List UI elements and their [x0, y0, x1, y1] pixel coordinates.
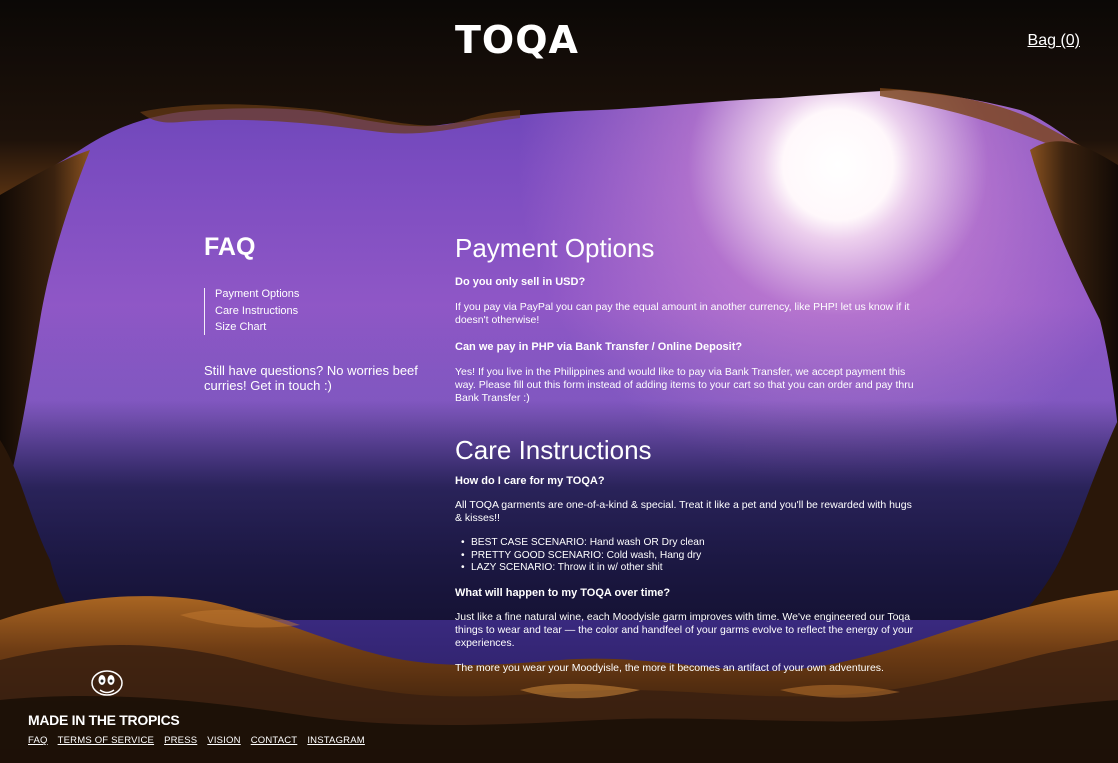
question: What will happen to my TOQA over time?	[455, 586, 671, 599]
faq-content: Payment Options Do you only sell in USD?…	[455, 232, 920, 675]
care-instructions-title: Care Instructions	[455, 435, 652, 465]
question: Do you only sell in USD?	[455, 276, 586, 288]
faq-nav-size-chart[interactable]: Size Chart	[215, 321, 434, 335]
answer: Just like a fine natural wine, each Mood…	[455, 610, 914, 649]
footer-link-press[interactable]: PRESS	[164, 735, 197, 746]
answer: Yes! If you live in the Philippines and …	[455, 366, 914, 404]
footer-link-vision[interactable]: VISION	[207, 735, 240, 746]
faq-sidebar: FAQ Payment Options Care Instructions Si…	[204, 232, 434, 393]
faq-nav-payment-options[interactable]: Payment Options	[215, 288, 434, 302]
answer: If you pay via PayPal you can pay the eq…	[455, 301, 910, 326]
faq-title: FAQ	[204, 233, 256, 261]
contact-note: Still have questions? No worries beef cu…	[204, 362, 418, 393]
faq-nav-care-instructions[interactable]: Care Instructions	[215, 305, 434, 319]
footer-link-contact[interactable]: CONTACT	[251, 735, 298, 746]
answer: All TOQA garments are one-of-a-kind & sp…	[455, 499, 912, 524]
mascot-icon	[91, 670, 123, 696]
answer: The more you wear your Moodyisle, the mo…	[455, 661, 884, 674]
care-item: BEST CASE SCENARIO: Hand wash OR Dry cle…	[461, 537, 920, 550]
care-list: BEST CASE SCENARIO: Hand wash OR Dry cle…	[455, 537, 920, 575]
bag-link[interactable]: Bag (0)	[1028, 32, 1080, 50]
question: How do I care for my TOQA?	[455, 475, 605, 487]
footer-link-terms[interactable]: TERMS OF SERVICE	[58, 735, 154, 746]
toqa-logo[interactable]: TOQA	[455, 18, 585, 62]
footer-link-instagram[interactable]: INSTAGRAM	[307, 735, 365, 746]
made-in-tropics: MADE IN THE TROPICS	[28, 712, 180, 728]
faq-nav: Payment Options Care Instructions Size C…	[204, 288, 434, 335]
footer-links: FAQ TERMS OF SERVICE PRESS VISION CONTAC…	[28, 735, 365, 746]
payment-options-title: Payment Options	[455, 233, 655, 263]
footer-link-faq[interactable]: FAQ	[28, 735, 48, 746]
care-item: PRETTY GOOD SCENARIO: Cold wash, Hang dr…	[461, 550, 920, 563]
care-item: LAZY SCENARIO: Throw it in w/ other shit	[461, 562, 920, 575]
question: Can we pay in PHP via Bank Transfer / On…	[455, 341, 743, 353]
site-header: TOQA Bag (0)	[0, 0, 1118, 80]
